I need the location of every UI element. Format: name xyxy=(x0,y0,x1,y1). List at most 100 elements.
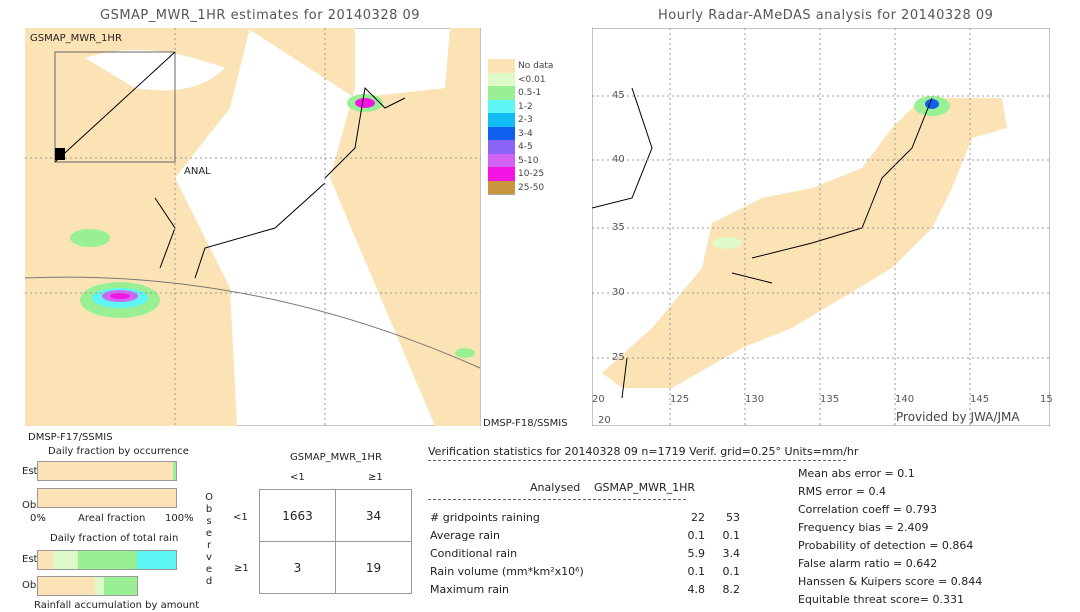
cell-false-alarms: 34 xyxy=(365,508,382,523)
stat-gsmap: 53 xyxy=(726,510,740,524)
score-item: RMS error = 0.4 xyxy=(798,485,886,498)
legend-item xyxy=(488,45,553,60)
stat-gsmap: 3.4 xyxy=(722,546,741,560)
lon-tick: 15 xyxy=(1040,394,1053,405)
col-lt: <1 xyxy=(290,472,305,483)
axis-0: 0% xyxy=(30,513,46,524)
legend-item: No data xyxy=(488,59,554,74)
legend-item: <0.01 xyxy=(488,72,553,87)
legend-label: 1-2 xyxy=(518,101,533,112)
sat-left: DMSP-F17/SSMIS xyxy=(28,432,113,443)
occurrence-title: Daily fraction by occurrence xyxy=(48,446,189,457)
score-item: Frequency bias = 2.409 xyxy=(798,521,929,534)
right-map-title: Hourly Radar-AMeDAS analysis for 2014032… xyxy=(658,8,994,23)
total-rain-footer: Rainfall accumulation by amount xyxy=(34,600,200,611)
observed-label: Observed xyxy=(204,492,214,588)
legend-item: 10-25 xyxy=(488,167,553,182)
contingency-table: 1663 34 3 19 xyxy=(259,489,412,594)
obs-occurrence-bar xyxy=(37,488,177,508)
est-occurrence-bar xyxy=(37,461,177,481)
legend-item: 5-10 xyxy=(488,153,553,168)
stat-gsmap: 8.2 xyxy=(722,582,741,596)
stat-label: # gridpoints raining xyxy=(430,510,540,524)
lat-tick: 25 xyxy=(612,352,625,363)
legend-label: 4-5 xyxy=(518,142,533,153)
legend-item: 0.5-1 xyxy=(488,86,553,101)
lon-tick: 130 xyxy=(745,394,765,405)
contingency-header: GSMAP_MWR_1HR xyxy=(290,452,382,463)
legend-item: 4-5 xyxy=(488,140,553,155)
right-map xyxy=(592,28,1050,426)
legend-swatch xyxy=(488,167,515,182)
observed-letter: O xyxy=(205,492,213,503)
color-legend: No data <0.01 0.5-1 1-2 2-3 3-4 4-5 5-10 10-25 25… xyxy=(488,45,554,195)
legend-label: 10-25 xyxy=(518,169,545,180)
legend-swatch xyxy=(488,113,515,128)
observed-letter: e xyxy=(205,528,213,539)
col-gsmap: GSMAP_MWR_1HR xyxy=(594,481,696,494)
stats-row: Average rain 0.1 0.1 xyxy=(430,526,740,544)
stat-analysed: 22 xyxy=(691,510,705,524)
left-map xyxy=(25,28,481,426)
legend-item: 1-2 xyxy=(488,99,553,114)
divider-2 xyxy=(428,499,686,500)
legend-label: <0.01 xyxy=(518,74,546,85)
cell-hits-none: 1663 xyxy=(282,508,313,523)
axis-label: Areal fraction xyxy=(78,513,146,524)
stat-analysed: 5.9 xyxy=(687,546,706,560)
observed-letter: v xyxy=(206,552,212,563)
cell-hits: 19 xyxy=(365,560,382,575)
credit: Provided by JWA/JMA xyxy=(896,410,1020,424)
lon-tick: 20 xyxy=(592,394,605,405)
observed-letter: d xyxy=(205,576,213,587)
stats-row: Maximum rain 4.8 8.2 xyxy=(430,580,740,598)
lat-tick: 45 xyxy=(612,90,625,101)
total-rain-title: Daily fraction of total rain xyxy=(50,533,179,544)
lat-tick: 35 xyxy=(612,222,625,233)
lat-tick: 20 xyxy=(598,415,611,426)
est-label-2: Est xyxy=(22,554,38,565)
stats-row: # gridpoints raining 22 53 xyxy=(430,508,740,526)
legend-swatch xyxy=(488,153,515,168)
stat-label: Rain volume (mm*km²x10⁶) xyxy=(430,564,584,578)
scores-list: Mean abs error = 0.1 RMS error = 0.4 Corre… xyxy=(798,467,982,611)
observed-letter: r xyxy=(206,540,212,551)
stat-label: Maximum rain xyxy=(430,582,509,596)
stat-analysed: 0.1 xyxy=(687,564,706,578)
stats-row: Rain volume (mm*km²x10⁶) 0.1 0.1 xyxy=(430,562,740,580)
stat-analysed: 4.8 xyxy=(687,582,706,596)
lon-tick: 140 xyxy=(895,394,915,405)
col-analysed: Analysed xyxy=(530,481,581,494)
divider xyxy=(428,460,846,461)
stats-header: Verification statistics for 20140328 09 … xyxy=(428,445,859,458)
score-item: Mean abs error = 0.1 xyxy=(798,467,915,480)
lat-tick: 40 xyxy=(612,154,625,165)
legend-swatch xyxy=(488,59,515,74)
stats-table: # gridpoints raining 22 53 Average rain 0.1 0… xyxy=(430,508,740,598)
legend-label: 25-50 xyxy=(518,182,545,193)
observed-letter: s xyxy=(206,516,212,527)
axis-100: 100% xyxy=(165,513,194,524)
legend-label: 2-3 xyxy=(518,115,533,126)
legend-label: No data xyxy=(518,61,554,72)
legend-swatch xyxy=(488,72,515,87)
score-item: False alarm ratio = 0.642 xyxy=(798,557,938,570)
legend-item: 25-50 xyxy=(488,180,553,195)
legend-swatch xyxy=(488,180,515,195)
est-label: Est xyxy=(22,466,38,477)
legend-swatch xyxy=(488,126,515,141)
lon-tick: 135 xyxy=(820,394,840,405)
stat-label: Average rain xyxy=(430,528,500,542)
observed-letter: e xyxy=(205,564,213,575)
lon-tick: 125 xyxy=(670,394,690,405)
stats-row: Conditional rain 5.9 3.4 xyxy=(430,544,740,562)
legend-label: 5-10 xyxy=(518,155,539,166)
stat-label: Conditional rain xyxy=(430,546,518,560)
score-item: Correlation coeff = 0.793 xyxy=(798,503,937,516)
row-ge: ≥1 xyxy=(234,563,249,574)
legend-item: 2-3 xyxy=(488,113,553,128)
col-ge: ≥1 xyxy=(368,472,383,483)
legend-swatch xyxy=(488,86,515,101)
stat-gsmap: 0.1 xyxy=(722,528,741,542)
stat-analysed: 0.1 xyxy=(687,528,706,542)
